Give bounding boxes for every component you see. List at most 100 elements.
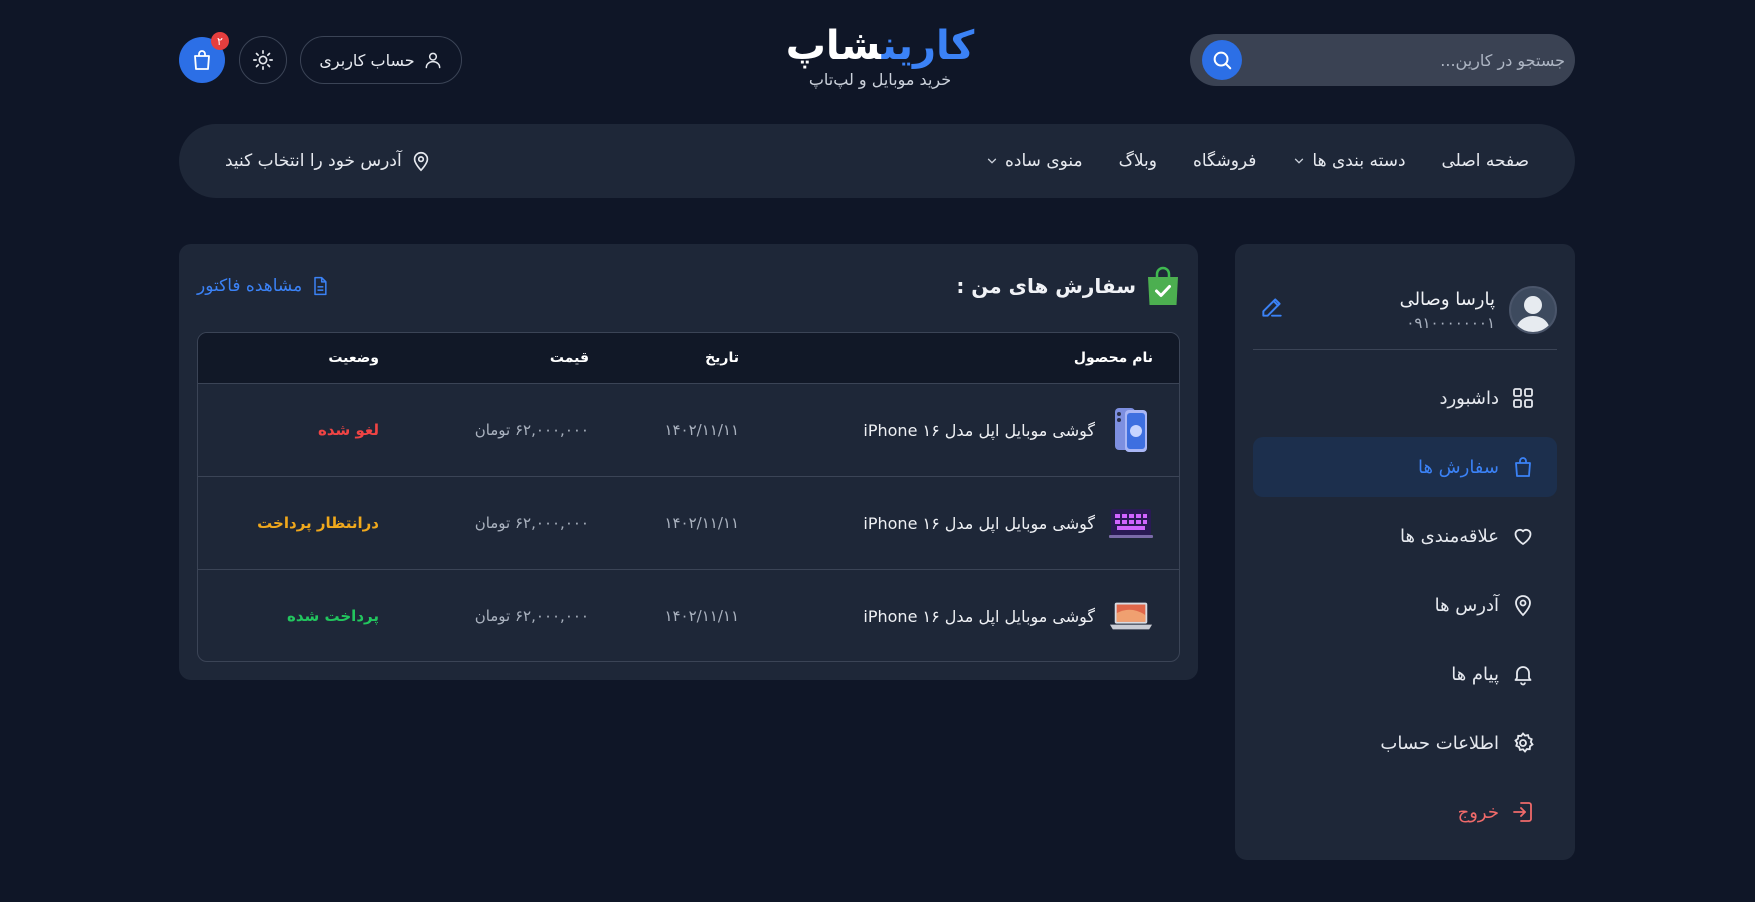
column-header-status: وضعیت: [328, 350, 379, 366]
sidebar-item-logout[interactable]: خروج: [1253, 782, 1557, 842]
nav-item-label: دسته بندی ها: [1312, 151, 1406, 171]
logo-subtitle: خرید موبایل و لپ‌تاپ: [808, 70, 952, 89]
nav-item-label: منوی ساده: [1005, 151, 1083, 171]
logo-part-shop: شاپ: [785, 23, 883, 69]
shopping-bag-icon: [1515, 457, 1531, 477]
orders-panel: سفارش های من : مشاهده فاکتور نام محصول ت…: [179, 244, 1198, 680]
order-status: لغو شده: [318, 421, 379, 439]
search-input[interactable]: [1242, 50, 1565, 70]
search-icon: [1213, 51, 1232, 70]
order-price: ۶۲,۰۰۰,۰۰۰ تومان: [474, 514, 589, 532]
nav-item-label: فروشگاه: [1192, 151, 1257, 171]
column-header-price: قیمت: [549, 350, 589, 366]
account-button[interactable]: حساب کاربری: [300, 36, 462, 84]
account-label: حساب کاربری: [319, 50, 415, 70]
pencil-icon: [1262, 298, 1282, 317]
product-name: گوشی موبایل اپل مدل iPhone ۱۶: [863, 513, 1095, 533]
sidebar-item-label: اطلاعات حساب: [1380, 732, 1499, 754]
orders-title: سفارش های من :: [956, 274, 1136, 298]
document-icon: [314, 276, 327, 296]
nav-item-label: صفحه اصلی: [1441, 151, 1529, 171]
select-address-button[interactable]: آدرس خود را انتخاب کنید: [225, 124, 432, 198]
logo-title: کارینشاپ: [770, 24, 990, 68]
sidebar-item-orders[interactable]: سفارش ها: [1253, 437, 1557, 497]
nav-item-home[interactable]: صفحه اصلی: [1442, 151, 1529, 171]
order-date: ۱۴۰۲/۱۱/۱۱: [664, 607, 739, 625]
sun-icon: [253, 50, 273, 70]
chevron-down-icon: [1295, 158, 1304, 164]
product-name: گوشی موبایل اپل مدل iPhone ۱۶: [863, 420, 1095, 440]
sidebar-item-addresses[interactable]: آدرس ها: [1253, 575, 1557, 635]
order-date: ۱۴۰۲/۱۱/۱۱: [664, 421, 739, 439]
nav-menu: صفحه اصلی دسته بندی ها فروشگاه وبلاگ منو…: [985, 124, 1529, 198]
grid-icon: [1513, 388, 1533, 408]
order-status: درانتظار پرداخت: [257, 514, 379, 532]
sidebar-item-label: پیام ها: [1451, 663, 1499, 685]
sidebar-item-account-info[interactable]: اطلاعات حساب: [1253, 713, 1557, 773]
orders-table: نام محصول تاریخ قیمت وضعیت گوشی موبایل ا…: [197, 332, 1180, 662]
cart-count-badge: ۲: [211, 32, 229, 50]
search-button[interactable]: [1202, 40, 1242, 80]
nav-item-label: وبلاگ: [1118, 151, 1157, 171]
table-row[interactable]: گوشی موبایل اپل مدل iPhone ۱۶ ۱۴۰۲/۱۱/۱۱…: [198, 476, 1179, 569]
profile-header: پارسا وصالی ۰۹۱۰۰۰۰۰۰۰۱: [1253, 280, 1557, 340]
sidebar-item-dashboard[interactable]: داشبورد: [1253, 368, 1557, 428]
laptop-thumbnail-icon: [1109, 594, 1153, 638]
view-invoice-link[interactable]: مشاهده فاکتور: [197, 268, 330, 304]
phone-thumbnail-icon: [1109, 408, 1153, 452]
column-header-date: تاریخ: [705, 350, 739, 366]
avatar: [1509, 286, 1557, 334]
chevron-down-icon: [987, 158, 997, 164]
product-name: گوشی موبایل اپل مدل iPhone ۱۶: [863, 606, 1095, 626]
shopping-bag-check-icon: [1148, 266, 1178, 305]
profile-info: پارسا وصالی ۰۹۱۰۰۰۰۰۰۰۱: [1400, 289, 1495, 332]
user-silhouette-icon: [1516, 296, 1550, 332]
location-pin-icon: [413, 151, 428, 172]
logo-part-brand: کارین: [881, 23, 976, 69]
sidebar-item-favorites[interactable]: علاقه‌مندی ها: [1253, 506, 1557, 566]
bell-icon: [1514, 666, 1532, 686]
product-cell: گوشی موبایل اپل مدل iPhone ۱۶: [863, 384, 1153, 476]
heart-icon: [1514, 528, 1532, 545]
product-cell: گوشی موبایل اپل مدل iPhone ۱۶: [863, 570, 1153, 661]
main-navbar: صفحه اصلی دسته بندی ها فروشگاه وبلاگ منو…: [179, 124, 1575, 198]
user-name: پارسا وصالی: [1399, 288, 1495, 310]
order-status: پرداخت شده: [287, 607, 379, 625]
column-header-name: نام محصول: [1073, 350, 1153, 366]
invoice-link-label: مشاهده فاکتور: [197, 276, 303, 296]
product-cell: گوشی موبایل اپل مدل iPhone ۱۶: [863, 477, 1153, 569]
nav-item-categories[interactable]: دسته بندی ها: [1292, 151, 1406, 171]
nav-item-shop[interactable]: فروشگاه: [1193, 151, 1256, 171]
order-price: ۶۲,۰۰۰,۰۰۰ تومان: [474, 607, 589, 625]
table-row[interactable]: گوشی موبایل اپل مدل iPhone ۱۶ ۱۴۰۲/۱۱/۱۱…: [198, 383, 1179, 476]
cart-button[interactable]: ۲: [179, 32, 229, 83]
laptop-keyboard-thumbnail-icon: [1109, 501, 1153, 545]
sidebar-item-label: علاقه‌مندی ها: [1399, 525, 1499, 547]
sidebar-item-label: داشبورد: [1439, 387, 1499, 409]
gear-icon: [1514, 732, 1534, 753]
site-logo[interactable]: کارینشاپ خرید موبایل و لپ‌تاپ: [770, 24, 990, 94]
theme-toggle-button[interactable]: [239, 36, 287, 84]
user-phone: ۰۹۱۰۰۰۰۰۰۰۱: [1406, 313, 1495, 332]
nav-item-blog[interactable]: وبلاگ: [1119, 151, 1157, 171]
table-row[interactable]: گوشی موبایل اپل مدل iPhone ۱۶ ۱۴۰۲/۱۱/۱۱…: [198, 569, 1179, 661]
sidebar-item-label: سفارش ها: [1417, 456, 1499, 478]
profile-sidebar: پارسا وصالی ۰۹۱۰۰۰۰۰۰۰۱ داشبورد سفارش ها…: [1235, 244, 1575, 860]
nav-item-simple-menu[interactable]: منوی ساده: [985, 151, 1083, 171]
table-header: نام محصول تاریخ قیمت وضعیت: [198, 333, 1179, 383]
orders-header: سفارش های من :: [956, 264, 1180, 308]
edit-profile-button[interactable]: [1257, 294, 1285, 322]
sidebar-item-label: خروج: [1457, 801, 1499, 823]
shopping-bag-icon: [194, 50, 210, 70]
address-label: آدرس خود را انتخاب کنید: [225, 151, 402, 171]
sidebar-menu: داشبورد سفارش ها علاقه‌مندی ها آدرس ها پ…: [1253, 368, 1557, 842]
order-price: ۶۲,۰۰۰,۰۰۰ تومان: [474, 421, 589, 439]
search-bar[interactable]: [1190, 34, 1575, 86]
user-icon: [425, 52, 441, 69]
sidebar-item-messages[interactable]: پیام ها: [1253, 644, 1557, 704]
logout-icon: [1513, 802, 1532, 822]
order-date: ۱۴۰۲/۱۱/۱۱: [664, 514, 739, 532]
location-pin-icon: [1515, 595, 1531, 617]
sidebar-divider: [1253, 349, 1557, 350]
sidebar-item-label: آدرس ها: [1434, 594, 1499, 616]
